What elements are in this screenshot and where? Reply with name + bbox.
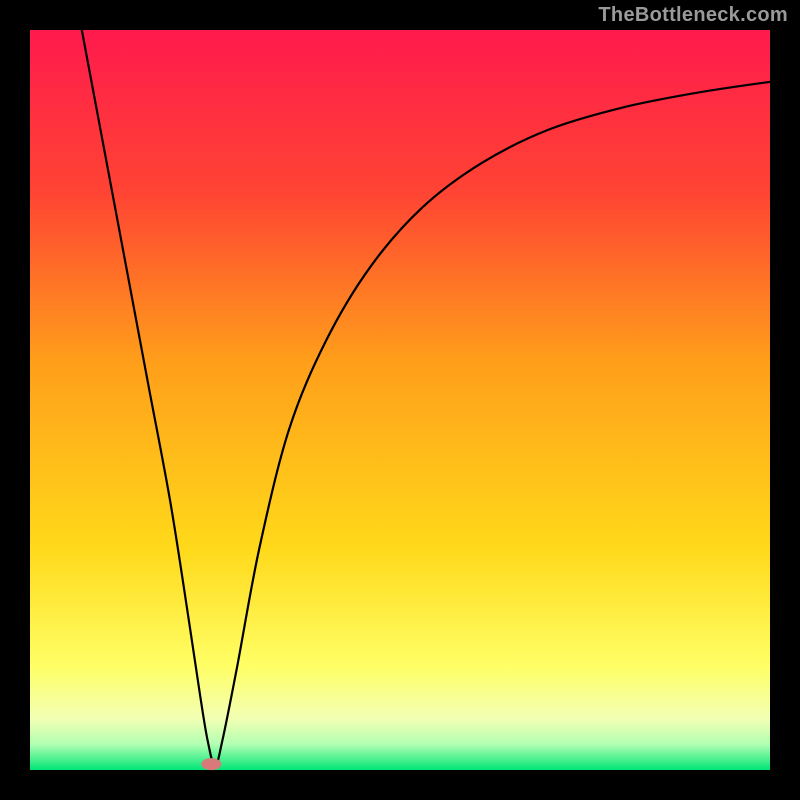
attribution-label: TheBottleneck.com [598,4,788,27]
plot-area [30,30,770,770]
chart-frame: TheBottleneck.com [0,0,800,800]
chart-svg [0,0,800,800]
optimal-point-marker [201,758,221,770]
